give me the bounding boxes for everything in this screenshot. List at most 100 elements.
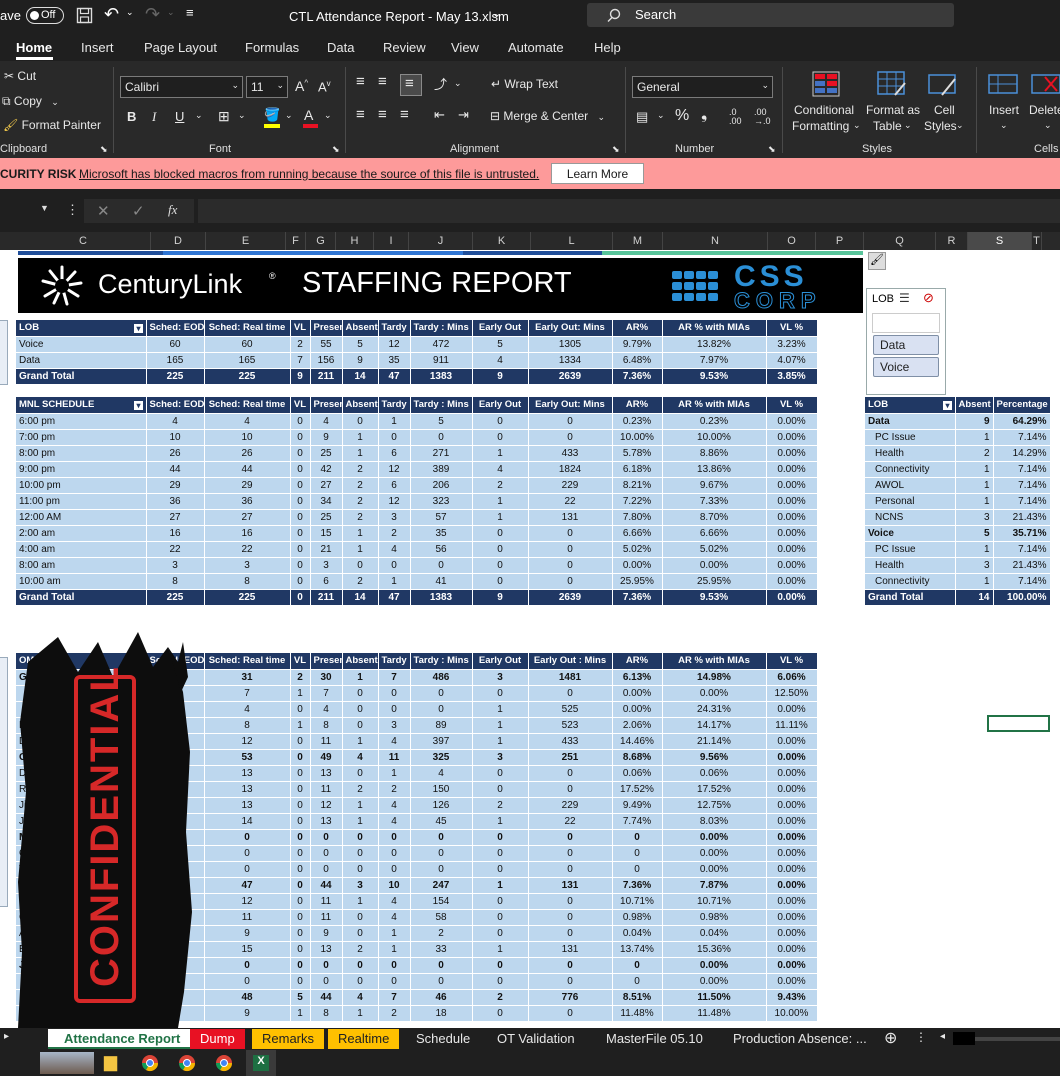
table-cell[interactable]: 0 — [290, 461, 311, 478]
table-cell[interactable]: 3 — [204, 557, 291, 574]
total-cell[interactable]: 2639 — [528, 368, 613, 385]
table-cell[interactable]: 0 — [290, 925, 311, 942]
table-cell[interactable]: 6.48% — [612, 352, 663, 369]
table-cell[interactable]: 10.00% — [662, 429, 767, 446]
table-cell[interactable]: 0.00% — [662, 973, 767, 990]
table-cell[interactable]: 35 — [410, 525, 473, 542]
total-cell[interactable]: 14 — [342, 589, 379, 606]
table-cell[interactable]: 1 — [342, 445, 379, 462]
table-cell[interactable]: 7.22% — [612, 493, 663, 510]
hscroll-left-icon[interactable]: ◂ — [940, 1031, 945, 1042]
align-left-icon[interactable]: ≡ — [356, 106, 365, 123]
table-cell[interactable]: 0.00% — [766, 429, 818, 446]
table-cell[interactable]: 9.49% — [612, 797, 663, 814]
table-cell[interactable]: 0 — [342, 557, 379, 574]
table-cell[interactable]: 1 — [342, 1005, 379, 1022]
table-cell[interactable]: 15 — [310, 525, 343, 542]
table-cell[interactable]: 6:00 pm — [16, 413, 147, 430]
table-cell[interactable]: 0.00% — [766, 701, 818, 718]
table-cell[interactable]: 4 — [204, 701, 291, 718]
table-cell[interactable]: 229 — [528, 797, 613, 814]
table-cell[interactable]: 4 — [310, 413, 343, 430]
total-cell[interactable]: 1383 — [410, 589, 473, 606]
table-cell[interactable]: 16 — [204, 525, 291, 542]
chrome-icon[interactable] — [178, 1054, 196, 1072]
merge-dropdown-icon[interactable]: ⌄ — [597, 112, 605, 122]
table-cell[interactable]: 7.14% — [993, 493, 1051, 510]
fill-color-icon[interactable]: 🪣 — [264, 107, 280, 123]
security-message-link[interactable]: Microsoft has blocked macros from runnin… — [79, 167, 539, 181]
table-cell[interactable]: 1 — [378, 765, 411, 782]
table-cell[interactable]: 0 — [290, 813, 311, 830]
table-cell[interactable]: 776 — [528, 989, 613, 1006]
table-cell[interactable]: 2 — [342, 781, 379, 798]
font-size-dropdown[interactable]: 11 ⌄ — [246, 76, 288, 98]
borders-dropdown-icon[interactable]: ⌄ — [238, 110, 246, 121]
tab-automate[interactable]: Automate — [508, 40, 564, 55]
table-cell[interactable]: 3 — [310, 557, 343, 574]
table-cell[interactable]: Connectivity — [865, 461, 956, 478]
decrease-decimal-icon[interactable]: .00 →.0 — [754, 108, 771, 126]
table-cell[interactable]: 0 — [528, 781, 613, 798]
table-cell[interactable]: 0 — [410, 701, 473, 718]
table-cell[interactable]: 12 — [310, 797, 343, 814]
table-cell[interactable]: 0.00% — [766, 893, 818, 910]
table-cell[interactable]: 9:00 pm — [16, 461, 147, 478]
table-cell[interactable]: 12:00 AM — [16, 509, 147, 526]
table-cell[interactable]: 13 — [204, 781, 291, 798]
table-cell[interactable]: Connectivity — [865, 573, 956, 590]
table-cell[interactable]: 7.14% — [993, 477, 1051, 494]
table-cell[interactable]: 11 — [378, 749, 411, 766]
table-cell[interactable]: 14.98% — [662, 669, 767, 686]
table-cell[interactable]: PC Issue — [865, 429, 956, 446]
table-cell[interactable]: 0 — [472, 1005, 529, 1022]
table-cell[interactable]: 0 — [528, 765, 613, 782]
table-cell[interactable]: 0 — [378, 685, 411, 702]
table-cell[interactable]: 0 — [410, 861, 473, 878]
table-cell[interactable]: 1481 — [528, 669, 613, 686]
table-cell[interactable]: 0.98% — [662, 909, 767, 926]
table-cell[interactable]: 0 — [290, 893, 311, 910]
more-sheets-icon[interactable]: ⋮ — [915, 1030, 927, 1044]
table-cell[interactable]: 30 — [310, 669, 343, 686]
excel-taskbar-button[interactable]: X — [246, 1050, 276, 1076]
table-cell[interactable]: 1 — [955, 429, 994, 446]
table-cell[interactable]: 229 — [528, 477, 613, 494]
table-cell[interactable]: 12 — [378, 336, 411, 353]
table-cell[interactable]: 5 — [290, 989, 311, 1006]
table-cell[interactable]: 0 — [472, 829, 529, 846]
table-cell[interactable]: 8.21% — [612, 477, 663, 494]
table-cell[interactable]: 1305 — [528, 336, 613, 353]
table-cell[interactable]: 2.06% — [612, 717, 663, 734]
table-cell[interactable]: 0.00% — [662, 845, 767, 862]
column-header[interactable]: E — [206, 232, 286, 250]
total-cell[interactable]: 3.85% — [766, 368, 818, 385]
alignment-launcher-icon[interactable]: ⬊ — [612, 144, 620, 155]
table-cell[interactable]: 2 — [378, 781, 411, 798]
table-cell[interactable]: 0.04% — [612, 925, 663, 942]
table-cell[interactable]: 0 — [378, 557, 411, 574]
table-cell[interactable]: 13.82% — [662, 336, 767, 353]
table-cell[interactable]: 0 — [378, 973, 411, 990]
table-cell[interactable]: 35.71% — [993, 525, 1051, 542]
table-cell[interactable]: 6.66% — [612, 525, 663, 542]
table-cell[interactable]: 21 — [310, 541, 343, 558]
table-cell[interactable]: 3.23% — [766, 336, 818, 353]
table-cell[interactable]: 0.23% — [612, 413, 663, 430]
table-cell[interactable]: 0.00% — [766, 749, 818, 766]
align-middle-icon[interactable]: ≡ — [378, 73, 387, 90]
table-cell[interactable]: 0.00% — [766, 909, 818, 926]
table-cell[interactable]: 206 — [410, 477, 473, 494]
customize-toolbar-icon[interactable]: ≡ — [186, 5, 194, 20]
table-cell[interactable]: 8 — [310, 1005, 343, 1022]
table-cell[interactable]: 247 — [410, 877, 473, 894]
table-cell[interactable]: 0 — [290, 845, 311, 862]
total-cell[interactable]: 2639 — [528, 589, 613, 606]
table-cell[interactable]: 0 — [310, 973, 343, 990]
total-cell[interactable]: 9 — [290, 368, 311, 385]
table-cell[interactable]: 0 — [342, 717, 379, 734]
table-cell[interactable]: 10.00% — [612, 429, 663, 446]
table-cell[interactable]: 433 — [528, 445, 613, 462]
table-cell[interactable]: 6 — [378, 445, 411, 462]
table-cell[interactable]: 1 — [472, 509, 529, 526]
